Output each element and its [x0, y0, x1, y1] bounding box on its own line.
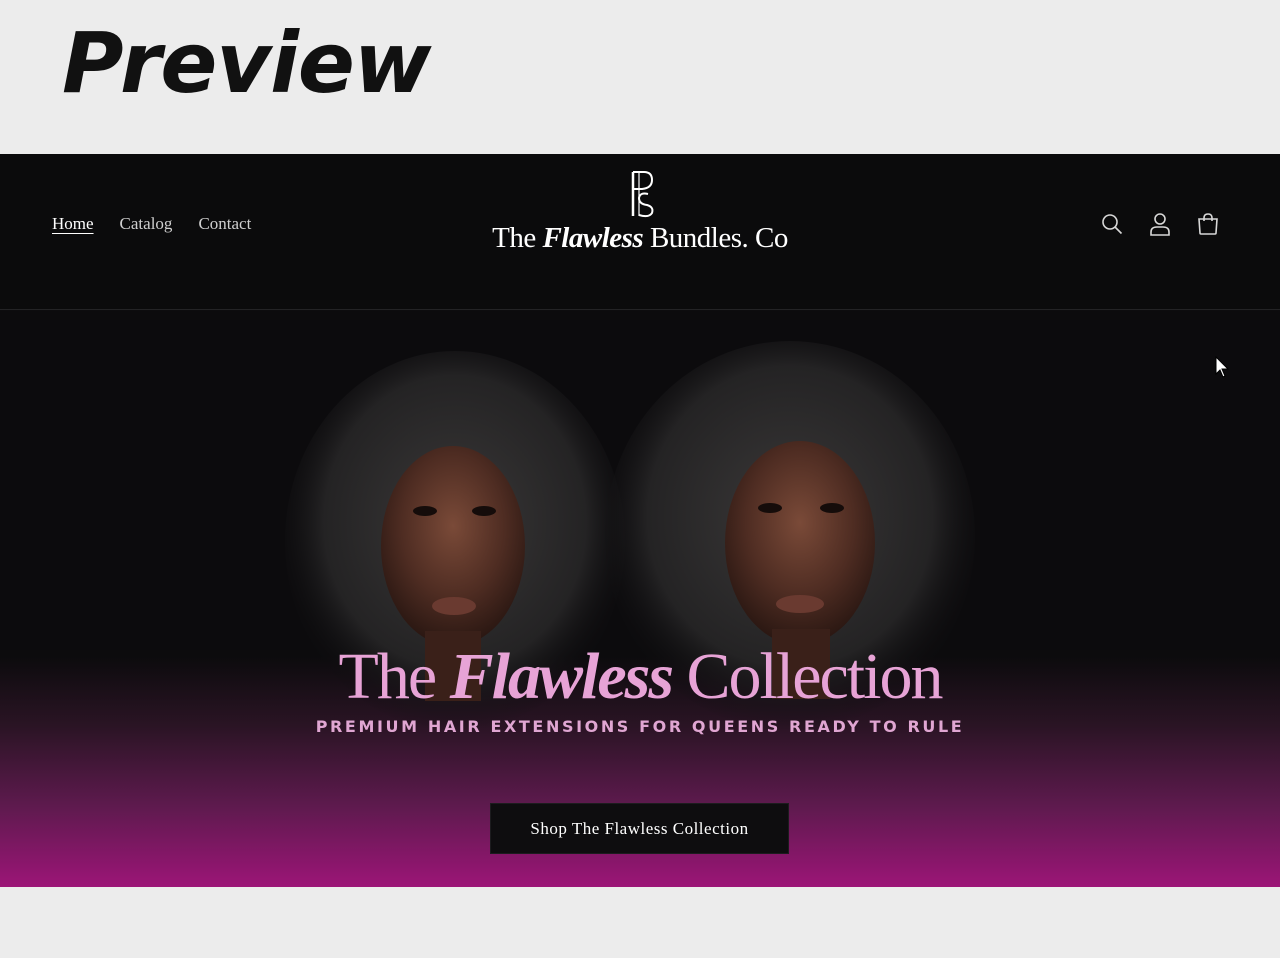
nav-link-home[interactable]: Home — [52, 214, 94, 234]
account-icon[interactable] — [1148, 210, 1172, 238]
main-nav: Home Catalog Contact — [52, 214, 251, 234]
header-icons — [1100, 210, 1220, 238]
shop-collection-button[interactable]: Shop The Flawless Collection — [490, 803, 789, 854]
preview-banner: Preview — [0, 0, 1280, 154]
hero-title: The Flawless Collection — [0, 639, 1280, 715]
brand-name: The Flawless Bundles. Co — [480, 222, 800, 255]
brand-name-emphasis: Flawless — [542, 222, 644, 254]
mouse-pointer-icon — [1215, 356, 1230, 378]
nav-link-catalog[interactable]: Catalog — [120, 214, 173, 234]
hero-title-prefix: The — [338, 640, 438, 713]
preview-label: Preview — [62, 14, 431, 112]
hero-models-image — [285, 341, 975, 731]
storefront: Home Catalog Contact The Flawless Bundle… — [0, 154, 1280, 887]
search-icon[interactable] — [1100, 210, 1124, 238]
preview-footer-strip — [0, 887, 1280, 958]
brand-logo[interactable]: The Flawless Bundles. Co — [480, 168, 800, 258]
hero-title-suffix: Collection — [686, 640, 944, 713]
monogram-logo-icon — [631, 171, 654, 218]
brand-name-suffix: Bundles. Co — [649, 222, 788, 254]
nav-link-contact[interactable]: Contact — [198, 214, 251, 234]
cart-icon[interactable] — [1196, 210, 1220, 238]
brand-name-prefix: The — [492, 222, 536, 254]
site-header: Home Catalog Contact The Flawless Bundle… — [0, 154, 1280, 310]
hero-title-emphasis: Flawless — [449, 640, 674, 713]
hero-banner: The Flawless Collection PREMIUM HAIR EXT… — [0, 311, 1280, 887]
hero-subtitle: PREMIUM HAIR EXTENSIONS FOR QUEENS READY… — [315, 717, 965, 736]
